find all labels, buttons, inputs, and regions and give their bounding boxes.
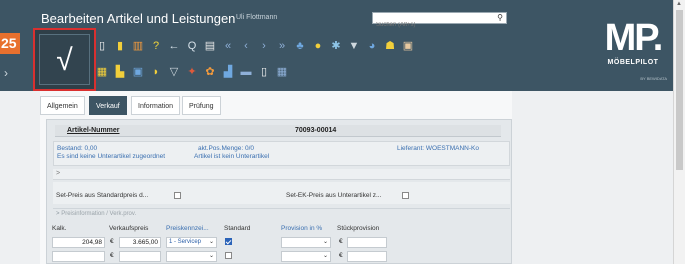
verkaufspreis-input[interactable] — [119, 251, 161, 262]
new-document-icon[interactable]: ▯ — [96, 40, 108, 52]
logo-name: MÖBELPILOT — [607, 59, 659, 66]
first-record-icon[interactable]: « — [222, 40, 234, 52]
chevron-right-icon[interactable]: > — [56, 211, 60, 217]
table-icon[interactable]: ▦ — [276, 66, 288, 78]
print-icon[interactable]: ▤ — [204, 40, 216, 52]
document-list-icon[interactable]: ▙ — [114, 66, 126, 78]
standard-checkbox[interactable] — [225, 252, 232, 259]
palette-icon[interactable]: ✿ — [204, 66, 216, 78]
col-verkaufspreis: Verkaufspreis — [109, 225, 149, 232]
article-number-label[interactable]: Artikel-Nummer — [67, 127, 120, 134]
logo-subtitle: BY BEWIDATA — [640, 76, 667, 81]
tab-body-verkauf: Artikel-Nummer 70093-00014 Bestand: 0,00… — [46, 119, 512, 264]
copy-document-icon[interactable]: ▮ — [114, 40, 126, 52]
logo-mark: MP. — [604, 17, 664, 59]
tab-allgemein[interactable]: Allgemein — [40, 96, 85, 115]
standard-checkbox[interactable] — [225, 238, 232, 245]
set-preis-standard-label: Set-Preis aus Standardpreis d... — [56, 192, 149, 199]
tab-pruefung[interactable]: Prüfung — [182, 96, 221, 115]
lieferant-text: Lieferant: WOESTMANN-Ko — [397, 145, 479, 152]
content-panel: Allgemein Verkauf Information Prüfung Ar… — [40, 91, 512, 264]
price-section-title: Preisinformation / Verk.prov. — [61, 211, 137, 217]
currency-symbol: € — [339, 252, 343, 259]
preiskennzeichen-select[interactable]: 1 - Servicep ⌄ — [166, 237, 217, 248]
funnel-icon[interactable]: ▼ — [348, 40, 360, 52]
provision-select[interactable]: ⌄ — [281, 237, 331, 248]
col-stueckprovision: Stückprovision — [337, 225, 380, 232]
chevron-down-icon: ⌄ — [322, 239, 328, 245]
last-record-icon[interactable]: » — [276, 40, 288, 52]
delete-icon[interactable]: ▥ — [132, 40, 144, 52]
article-number-value: 70093-00014 — [295, 127, 337, 134]
tab-verkauf[interactable]: Verkauf — [89, 96, 127, 115]
shield-icon[interactable]: ◗ — [150, 66, 162, 78]
col-provision[interactable]: Provision in % — [281, 225, 322, 232]
chevron-down-icon: ⌄ — [322, 253, 328, 259]
flag-icon[interactable]: ✦ — [186, 66, 198, 78]
col-standard: Standard — [224, 225, 251, 232]
stueckprovision-input[interactable] — [347, 251, 387, 262]
tags-icon[interactable]: ● — [312, 40, 324, 52]
price-section-header[interactable]: > Preisinformation / Verk.prov. — [53, 208, 510, 218]
provision-select[interactable]: ⌄ — [281, 251, 331, 262]
filter-icon[interactable]: ▽ — [168, 66, 180, 78]
checkmark-icon: √ — [39, 34, 90, 85]
set-ek-preis-unterartikel-checkbox[interactable] — [402, 192, 409, 199]
search-input[interactable] — [373, 20, 491, 30]
chevron-right-icon[interactable]: > — [56, 170, 60, 177]
book-icon[interactable]: ▣ — [402, 40, 414, 52]
bestand-text: Bestand: 0,00 — [57, 145, 98, 152]
set-preis-standard-checkbox[interactable] — [174, 192, 181, 199]
logo: MP. MÖBELPILOT BY BEWIDATA — [597, 19, 669, 81]
keine-unterartikel-text: Es sind keine Unterartikel zugeordnet — [57, 153, 166, 160]
akt-pos-menge-text: akt.Pos.Menge: 0/0 — [198, 145, 255, 152]
preiskennzeichen-value: 1 - Servicep — [169, 239, 202, 245]
previous-record-icon[interactable]: ‹ — [240, 40, 252, 52]
chart-icon[interactable]: ◕ — [366, 40, 378, 52]
user-name: Uli Flottmann — [236, 14, 278, 21]
search-field[interactable]: ⚲ — [372, 12, 507, 30]
set-price-row: Set-Preis aus Standardpreis d... Set-EK-… — [53, 182, 510, 204]
group-icon[interactable]: ☗ — [384, 40, 396, 52]
currency-symbol: € — [339, 238, 343, 245]
next-record-icon[interactable]: › — [258, 40, 270, 52]
number-icon[interactable]: ▣ — [132, 66, 144, 78]
clipboard-icon[interactable]: ▯ — [258, 66, 270, 78]
save-button[interactable]: √ — [33, 28, 96, 91]
chevron-down-icon: ⌄ — [208, 239, 214, 245]
factory-icon[interactable]: ▟ — [222, 66, 234, 78]
vertical-scrollbar[interactable]: ▲ — [673, 0, 685, 264]
sidebar-expand-icon[interactable]: › — [4, 66, 8, 80]
search-icon[interactable]: Q — [186, 40, 198, 52]
collapsed-section[interactable]: > — [53, 169, 510, 180]
users-icon[interactable]: ♣ — [294, 40, 306, 52]
preiskennzeichen-select[interactable]: ⌄ — [166, 251, 217, 262]
col-preiskennzeichen[interactable]: Preiskennzei... — [166, 225, 209, 232]
stock-info-box: Bestand: 0,00 akt.Pos.Menge: 0/0 Liefera… — [53, 141, 510, 166]
app-header: Bearbeiten Artikel und Leistungen Uli Fl… — [0, 0, 673, 91]
kein-unterartikel-text: Artikel ist kein Unterartikel — [194, 153, 270, 160]
search-icon[interactable]: ⚲ — [497, 13, 503, 22]
scroll-up-icon[interactable]: ▲ — [676, 1, 682, 7]
set-ek-preis-unterartikel-label: Set-EK-Preis aus Unterartikel z... — [286, 192, 382, 199]
currency-symbol: € — [110, 252, 114, 259]
col-kalk: Kalk. — [52, 225, 67, 232]
help-icon[interactable]: ? — [150, 40, 162, 52]
step-number-badge: 25 — [0, 33, 20, 54]
tab-information[interactable]: Information — [131, 96, 181, 115]
kalk-input[interactable] — [52, 251, 105, 262]
page-title: Bearbeiten Artikel und Leistungen — [41, 11, 236, 26]
scroll-thumb[interactable] — [676, 10, 683, 170]
article-number-row: Artikel-Nummer 70093-00014 — [55, 125, 501, 137]
settings-icon[interactable]: ✱ — [330, 40, 342, 52]
stueckprovision-input[interactable] — [347, 237, 387, 248]
calendar-icon[interactable]: ▦ — [96, 66, 108, 78]
verkaufspreis-input[interactable]: 3.665,00 — [119, 237, 161, 248]
chevron-down-icon: ⌄ — [208, 253, 214, 259]
back-icon[interactable]: ← — [168, 40, 180, 52]
kalk-input[interactable]: 204,98 — [52, 237, 105, 248]
truck-icon[interactable]: ▬ — [240, 66, 252, 78]
app-window: Bearbeiten Artikel und Leistungen Uli Fl… — [0, 0, 685, 264]
currency-symbol: € — [110, 238, 114, 245]
